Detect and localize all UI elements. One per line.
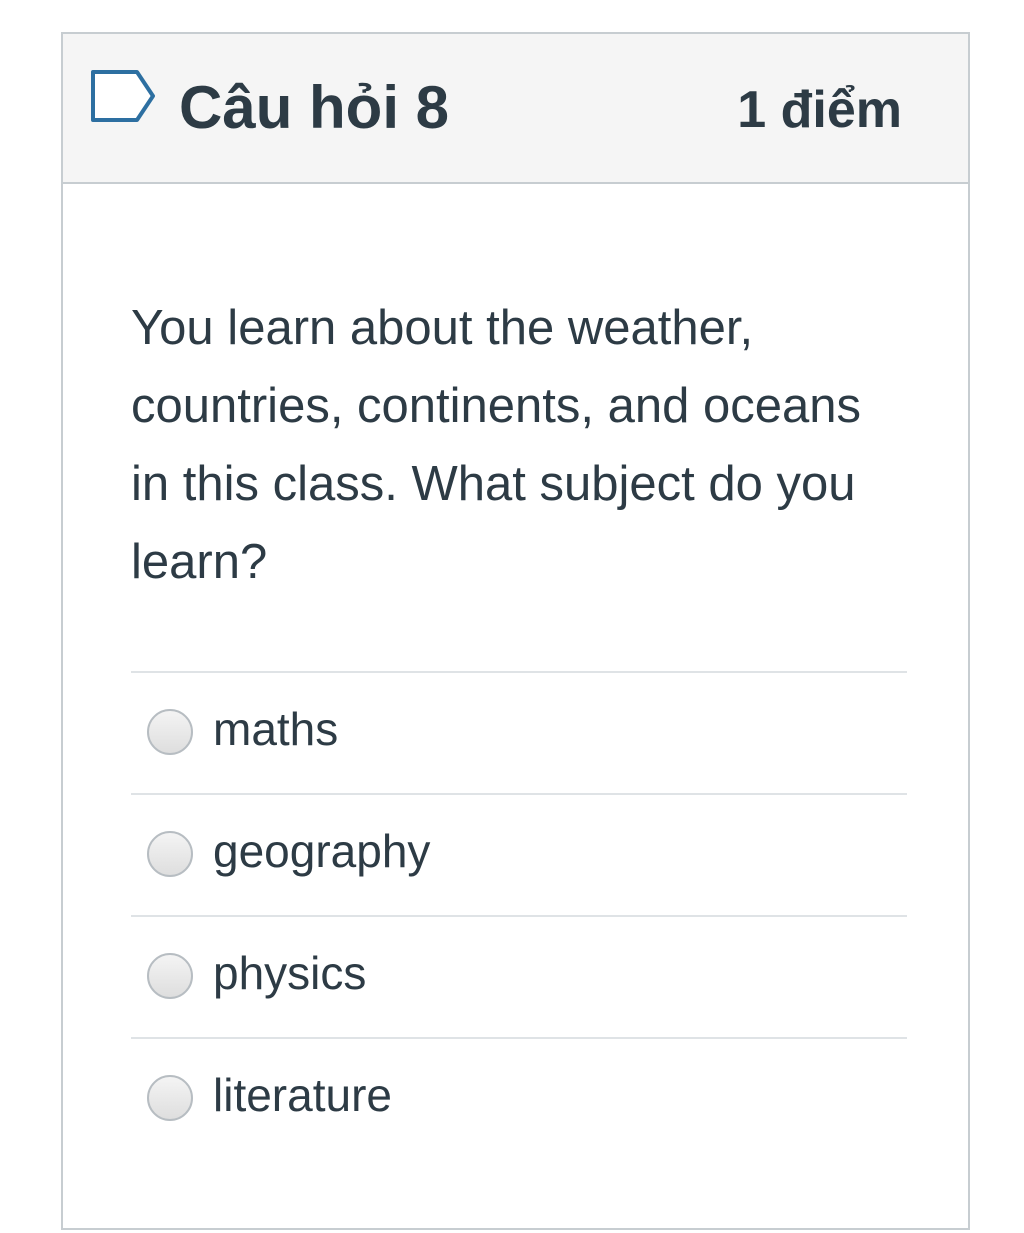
question-title: Câu hỏi 8: [179, 74, 450, 141]
question-header: Câu hỏi 8 1 điểm: [63, 34, 968, 184]
answer-label[interactable]: maths: [213, 699, 338, 759]
answer-option[interactable]: physics: [131, 915, 907, 1037]
question-points: 1 điểm: [737, 81, 902, 139]
question-text: You learn about the weather, countries, …: [131, 301, 862, 589]
answer-option[interactable]: literature: [131, 1037, 907, 1159]
radio-button[interactable]: [147, 953, 193, 999]
answer-label[interactable]: geography: [213, 821, 430, 881]
answer-label[interactable]: literature: [213, 1065, 392, 1125]
answer-option[interactable]: maths: [131, 671, 907, 793]
answer-option[interactable]: geography: [131, 793, 907, 915]
radio-button[interactable]: [147, 1075, 193, 1121]
answer-label[interactable]: physics: [213, 943, 366, 1003]
answer-list: maths geography physics literature: [131, 671, 907, 1159]
question-card: Câu hỏi 8 1 điểm You learn about the wea…: [61, 32, 970, 1230]
flag-outline-icon[interactable]: [89, 68, 159, 124]
radio-button[interactable]: [147, 709, 193, 755]
radio-button[interactable]: [147, 831, 193, 877]
